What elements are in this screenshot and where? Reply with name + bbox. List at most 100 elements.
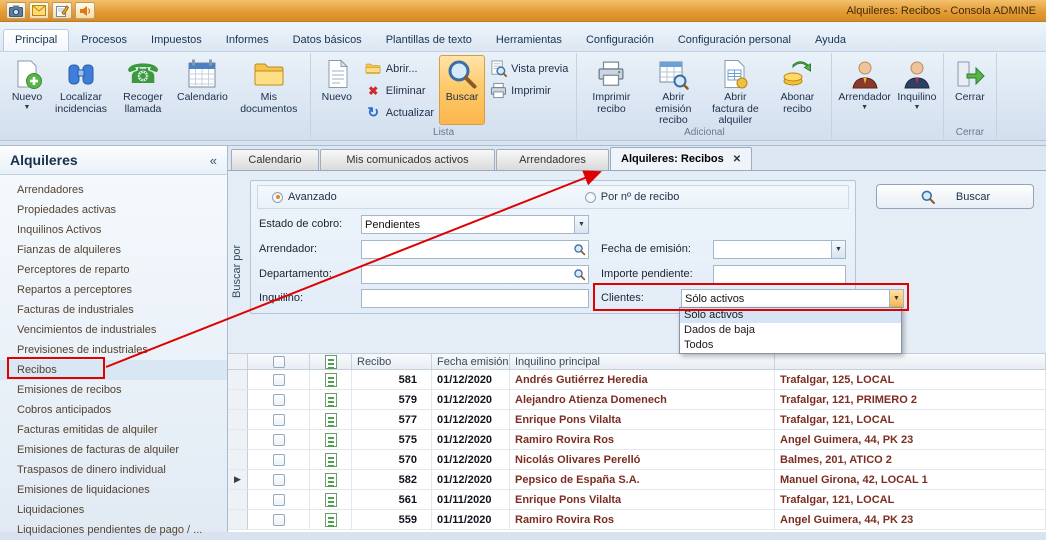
sidebar-item-repartos[interactable]: Repartos a perceptores [0,280,227,300]
delete-button[interactable]: ✖ Eliminar [360,80,439,101]
cell-recibo[interactable]: 582 [352,470,432,489]
new-button[interactable]: Nuevo ▼ [4,55,50,125]
sidebar-item-inquilinos-activos[interactable]: Inquilinos Activos [0,220,227,240]
row-checkbox[interactable] [273,514,285,526]
sidebar-item-previsiones[interactable]: Previsiones de industriales [0,340,227,360]
row-icon-cell[interactable] [310,470,352,489]
cell-inquilino[interactable]: Enrique Pons Vilalta [510,490,775,509]
mail-button[interactable] [29,2,49,19]
announce-button[interactable] [75,2,95,19]
inquilino-input[interactable] [361,289,589,308]
lookup-search-icon[interactable] [572,242,587,257]
row-checkbox-cell[interactable] [248,490,310,509]
chevron-down-icon[interactable]: ▼ [574,216,588,233]
ribbon-tab-ayuda[interactable]: Ayuda [803,29,858,51]
row-checkbox[interactable] [273,494,285,506]
row-checkbox-cell[interactable] [248,430,310,449]
fecha-emision-combo[interactable]: ▼ [713,240,846,259]
open-invoice-button[interactable]: Abrir factura de alquiler [704,55,766,125]
ribbon-tab-informes[interactable]: Informes [214,29,281,51]
print-button[interactable]: Imprimir [485,80,573,101]
row-icon-cell[interactable] [310,410,352,429]
cell-fecha[interactable]: 01/12/2020 [432,470,510,489]
arrendador-input[interactable] [361,240,589,259]
clientes-value[interactable] [681,289,904,308]
tab-calendario[interactable]: Calendario [231,149,319,170]
cell-recibo[interactable]: 581 [352,370,432,389]
sidebar-item-emisiones-facturas[interactable]: Emisiones de facturas de alquiler [0,440,227,460]
header-propiedad[interactable] [775,354,1046,369]
sidebar-item-traspasos[interactable]: Traspasos de dinero individual [0,460,227,480]
sidebar-item-emisiones-liquidaciones[interactable]: Emisiones de liquidaciones [0,480,227,500]
cell-propiedad[interactable]: Balmes, 201, ATICO 2 [775,450,1046,469]
close-tab-icon[interactable]: ✕ [733,154,741,165]
cell-propiedad[interactable]: Angel Guimera, 44, PK 23 [775,430,1046,449]
sidebar-item-liquidaciones-pendientes[interactable]: Liquidaciones pendientes de pago / ... [0,520,227,540]
table-row[interactable]: 579 01/12/2020 Alejandro Atienza Domenec… [228,390,1046,410]
sidebar-item-liquidaciones[interactable]: Liquidaciones [0,500,227,520]
cell-inquilino[interactable]: Ramiro Rovira Ros [510,510,775,529]
buscar-button[interactable]: Buscar [876,184,1034,209]
chevron-down-icon[interactable]: ▼ [889,290,903,307]
cell-fecha[interactable]: 01/12/2020 [432,450,510,469]
row-checkbox-cell[interactable] [248,370,310,389]
sidebar-item-arrendadores[interactable]: Arrendadores [0,180,227,200]
row-icon-cell[interactable] [310,450,352,469]
table-row-current[interactable]: ▶ 582 01/12/2020 Pepsico de España S.A. … [228,470,1046,490]
cell-fecha[interactable]: 01/12/2020 [432,370,510,389]
cell-fecha[interactable]: 01/12/2020 [432,390,510,409]
print-receipt-button[interactable]: Imprimir recibo [580,55,642,125]
cell-recibo[interactable]: 577 [352,410,432,429]
ribbon-tab-herramientas[interactable]: Herramientas [484,29,574,51]
sidebar-item-vencimientos[interactable]: Vencimientos de industriales [0,320,227,340]
ribbon-tab-configuracion-personal[interactable]: Configuración personal [666,29,803,51]
dropdown-option-solo-activos[interactable]: Sólo activos [680,308,901,323]
select-all-checkbox[interactable] [273,356,285,368]
row-checkbox-cell[interactable] [248,470,310,489]
cell-recibo[interactable]: 575 [352,430,432,449]
search-button[interactable]: Buscar [439,55,485,125]
ribbon-tab-procesos[interactable]: Procesos [69,29,139,51]
departamento-field[interactable] [361,265,589,284]
lookup-search-icon[interactable] [572,267,587,282]
tab-alquileres-recibos[interactable]: Alquileres: Recibos ✕ [610,147,752,170]
cell-recibo[interactable]: 579 [352,390,432,409]
departamento-input[interactable] [361,265,589,284]
cell-propiedad[interactable]: Trafalgar, 125, LOCAL [775,370,1046,389]
row-checkbox-cell[interactable] [248,450,310,469]
dropdown-option-dados-de-baja[interactable]: Dados de baja [680,323,901,338]
ribbon-tab-configuracion[interactable]: Configuración [574,29,666,51]
sidebar-item-fianzas[interactable]: Fianzas de alquileres [0,240,227,260]
cell-propiedad[interactable]: Trafalgar, 121, LOCAL [775,410,1046,429]
open-emission-button[interactable]: Abrir emisión recibo [642,55,704,125]
cell-propiedad[interactable]: Trafalgar, 121, PRIMERO 2 [775,390,1046,409]
cell-inquilino[interactable]: Alejandro Atienza Domenech [510,390,775,409]
arrendador-field[interactable] [361,240,589,259]
cell-fecha[interactable]: 01/12/2020 [432,430,510,449]
chevron-down-icon[interactable]: ▼ [831,241,845,258]
row-icon-cell[interactable] [310,370,352,389]
sidebar-item-facturas-emitidas[interactable]: Facturas emitidas de alquiler [0,420,227,440]
sidebar-item-facturas-industriales[interactable]: Facturas de industriales [0,300,227,320]
row-checkbox[interactable] [273,434,285,446]
row-icon-cell[interactable] [310,430,352,449]
ribbon-tab-principal[interactable]: Principal [3,29,69,51]
ribbon-tab-plantillas[interactable]: Plantillas de texto [374,29,484,51]
cell-inquilino[interactable]: Enrique Pons Vilalta [510,410,775,429]
cell-recibo[interactable]: 559 [352,510,432,529]
cell-inquilino[interactable]: Andrés Gutiérrez Heredia [510,370,775,389]
estado-cobro-combo[interactable]: ▼ [361,215,589,234]
importe-pendiente-input[interactable] [713,265,846,284]
landlord-button[interactable]: Arrendador ▼ [835,55,894,125]
clientes-combo[interactable]: ▼ [681,289,904,308]
sidebar-item-recibos[interactable]: Recibos [0,360,227,380]
radio-por-numero[interactable]: Por nº de recibo [585,191,680,203]
row-checkbox-cell[interactable] [248,410,310,429]
cell-fecha[interactable]: 01/11/2020 [432,490,510,509]
fecha-emision-input[interactable] [713,240,846,259]
inquilino-field[interactable] [361,289,589,308]
preview-button[interactable]: Vista previa [485,58,573,79]
notes-button[interactable] [52,2,72,19]
locate-incidents-button[interactable]: Localizar incidencias [50,55,112,125]
table-row[interactable]: 561 01/11/2020 Enrique Pons Vilalta Traf… [228,490,1046,510]
